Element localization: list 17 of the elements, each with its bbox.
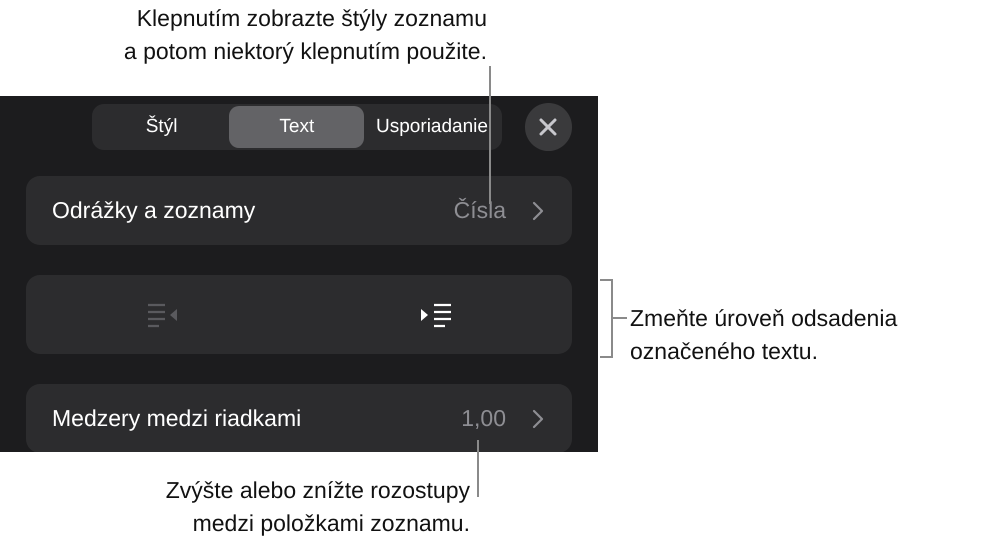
row-value: 1,00 (461, 405, 506, 432)
row-label: Medzery medzi riadkami (52, 405, 302, 432)
chevron-icon (532, 408, 544, 428)
row-label: Odrážky a zoznamy (52, 197, 256, 224)
tab[interactable]: Štýl (94, 106, 230, 148)
callout-text: Zmeňte úroveň odsadenia označeného textu. (630, 304, 898, 366)
callout-text: Klepnutím zobrazte štýly zoznamu a potom niektorý klepnutím použite. (122, 4, 487, 66)
row-value: Čísla (454, 197, 506, 224)
chevron-icon (532, 200, 544, 220)
callout-text: Zvýšte alebo znížte rozostupy medzi položkami zoznamu. (164, 476, 470, 538)
close-icon (538, 117, 558, 137)
settings-row[interactable]: Medzery medzi riadkami 1,00 (26, 384, 572, 452)
leader-line (477, 440, 479, 497)
tab[interactable]: Usporiadanie (364, 106, 500, 148)
settings-row[interactable]: Odrážky a zoznamy Čísla (26, 176, 572, 245)
close-button[interactable] (524, 103, 572, 151)
tab[interactable]: Text (229, 106, 364, 148)
